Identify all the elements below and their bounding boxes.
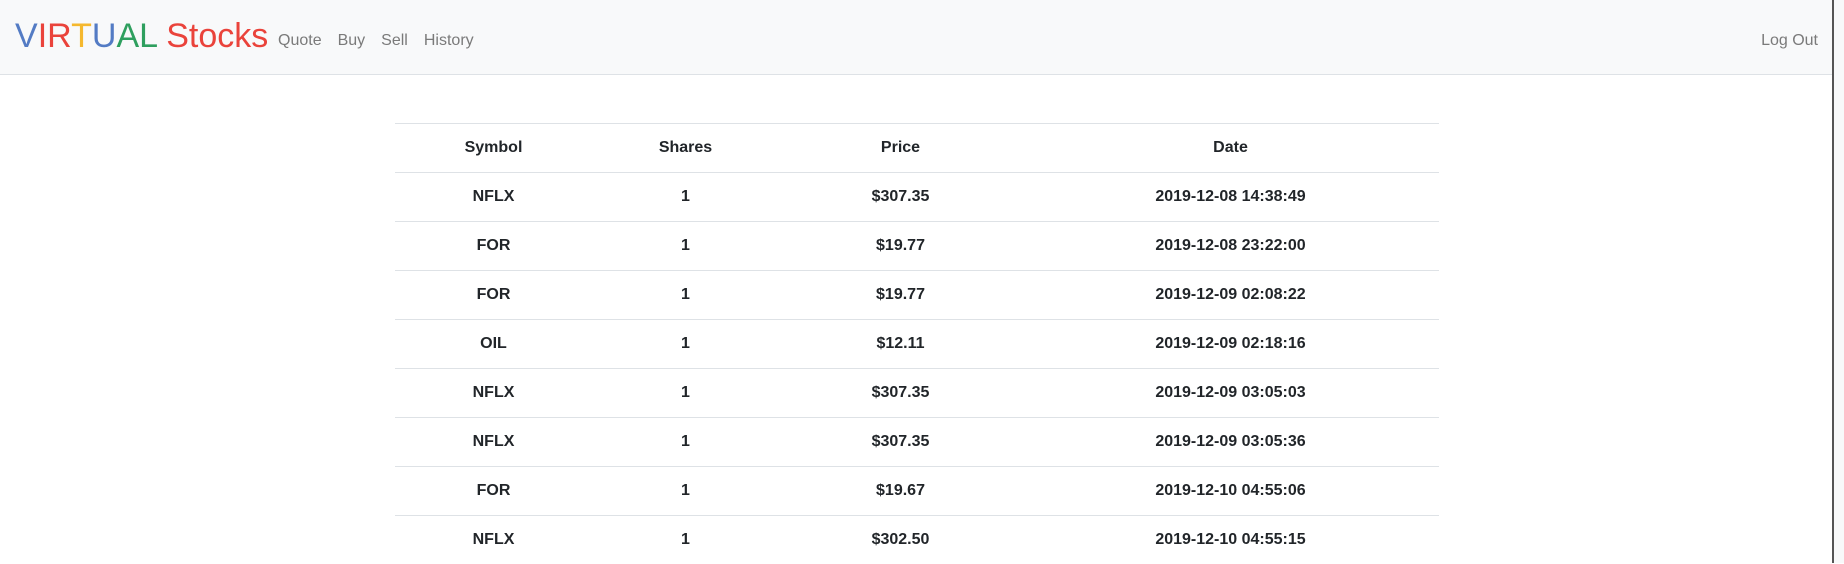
cell-symbol: NFLX [395, 418, 592, 467]
table-header-row: Symbol Shares Price Date [395, 124, 1439, 173]
cell-date: 2019-12-08 14:38:49 [1022, 173, 1439, 222]
column-header-date: Date [1022, 124, 1439, 173]
cell-shares: 1 [592, 173, 779, 222]
table-row: NFLX 1 $307.35 2019-12-09 03:05:03 [395, 369, 1439, 418]
nav-buy-link[interactable]: Buy [330, 29, 374, 53]
nav-links: Quote Buy Sell History [270, 29, 482, 53]
brand-letter: A [116, 17, 139, 55]
table-row: NFLX 1 $302.50 2019-12-10 04:55:15 [395, 516, 1439, 564]
navbar: VIRTUAL Stocks Quote Buy Sell History Lo… [0, 0, 1834, 75]
brand-word-stocks: Stocks [166, 17, 268, 55]
column-header-price: Price [779, 124, 1022, 173]
cell-symbol: NFLX [395, 516, 592, 564]
scrollbar[interactable] [1832, 0, 1844, 563]
brand-letter: I [38, 17, 47, 55]
column-header-shares: Shares [592, 124, 779, 173]
cell-shares: 1 [592, 320, 779, 369]
cell-date: 2019-12-09 03:05:03 [1022, 369, 1439, 418]
table-row: FOR 1 $19.67 2019-12-10 04:55:06 [395, 467, 1439, 516]
cell-date: 2019-12-08 23:22:00 [1022, 222, 1439, 271]
table-row: OIL 1 $12.11 2019-12-09 02:18:16 [395, 320, 1439, 369]
cell-price: $12.11 [779, 320, 1022, 369]
cell-date: 2019-12-09 02:08:22 [1022, 271, 1439, 320]
nav-history-link[interactable]: History [416, 29, 482, 53]
cell-date: 2019-12-10 04:55:15 [1022, 516, 1439, 564]
cell-price: $307.35 [779, 418, 1022, 467]
table-row: NFLX 1 $307.35 2019-12-09 03:05:36 [395, 418, 1439, 467]
cell-date: 2019-12-09 02:18:16 [1022, 320, 1439, 369]
cell-shares: 1 [592, 418, 779, 467]
cell-price: $19.77 [779, 222, 1022, 271]
table-row: FOR 1 $19.77 2019-12-08 23:22:00 [395, 222, 1439, 271]
nav-sell-link[interactable]: Sell [373, 29, 416, 53]
cell-price: $19.77 [779, 271, 1022, 320]
cell-price: $307.35 [779, 369, 1022, 418]
table-row: FOR 1 $19.77 2019-12-09 02:08:22 [395, 271, 1439, 320]
table-header: Symbol Shares Price Date [395, 124, 1439, 173]
cell-price: $19.67 [779, 467, 1022, 516]
cell-shares: 1 [592, 271, 779, 320]
nav-quote-link[interactable]: Quote [270, 29, 330, 53]
cell-shares: 1 [592, 467, 779, 516]
table-body: NFLX 1 $307.35 2019-12-08 14:38:49 FOR 1… [395, 173, 1439, 564]
table-row: NFLX 1 $307.35 2019-12-08 14:38:49 [395, 173, 1439, 222]
cell-date: 2019-12-09 03:05:36 [1022, 418, 1439, 467]
brand-letter: R [47, 17, 71, 55]
cell-price: $302.50 [779, 516, 1022, 564]
cell-symbol: FOR [395, 467, 592, 516]
cell-symbol: OIL [395, 320, 592, 369]
brand-letter: L [139, 17, 157, 55]
column-header-symbol: Symbol [395, 124, 592, 173]
logout-link[interactable]: Log Out [1761, 29, 1818, 53]
cell-date: 2019-12-10 04:55:06 [1022, 467, 1439, 516]
cell-symbol: FOR [395, 271, 592, 320]
brand-letter: V [15, 17, 38, 55]
cell-shares: 1 [592, 369, 779, 418]
cell-symbol: NFLX [395, 173, 592, 222]
cell-shares: 1 [592, 222, 779, 271]
cell-symbol: NFLX [395, 369, 592, 418]
brand-letter: T [71, 17, 92, 55]
cell-shares: 1 [592, 516, 779, 564]
history-table: Symbol Shares Price Date NFLX 1 $307.35 … [395, 123, 1439, 564]
brand-logo[interactable]: VIRTUAL Stocks [15, 16, 268, 56]
cell-symbol: FOR [395, 222, 592, 271]
cell-price: $307.35 [779, 173, 1022, 222]
brand-letter: U [92, 17, 117, 55]
